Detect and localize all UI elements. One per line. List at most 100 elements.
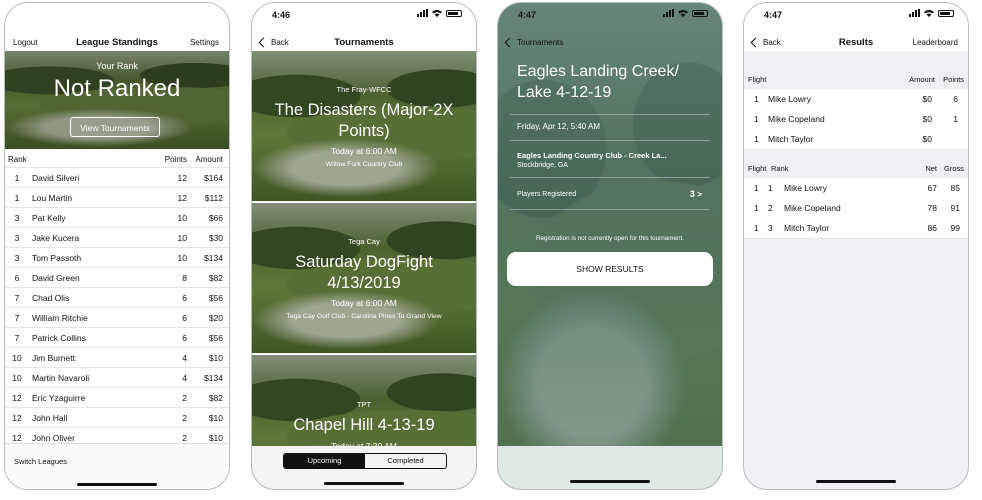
table-row[interactable]: 10 Jim Burnett 4 $10 [5,347,229,368]
row-amount: $82 [208,393,223,403]
rank-label: Your Rank [96,61,138,71]
table-row[interactable]: 10 Martin Navaroli 4 $134 [5,367,229,388]
tournament-card[interactable]: Tega Cay Saturday DogFight 4/13/2019 Tod… [252,203,476,353]
view-tournaments-button[interactable]: View Tournaments [70,117,160,137]
signal-icon [417,9,428,17]
tournaments-screen: 4:46 Back Tournaments The Fray-WFCC The … [251,2,477,490]
row-rank: 3 [14,253,20,263]
row-rank: 3 [14,233,20,243]
status-bar: 4:47 [744,3,968,27]
row-flight: 1 [754,94,759,104]
row-net: 67 [927,183,937,193]
back-button[interactable]: Tournaments [504,37,564,48]
row-name: Mike Copeland [784,203,841,213]
battery-icon [692,9,708,17]
players-registered-row[interactable]: 3 > [690,189,702,199]
back-button[interactable]: Back [750,37,781,48]
table-row[interactable]: 1 Mike Copeland $0 1 [744,109,968,130]
row-amount: $112 [204,193,223,203]
back-button[interactable]: Back [258,37,289,48]
table-row[interactable]: 1 Lou Martin 12 $112 [5,187,229,208]
row-rank: 12 [12,433,22,443]
row-name: Jake Kucera [32,233,80,243]
table-row[interactable]: 12 Eric Yzaguirre 2 $82 [5,387,229,408]
table-row[interactable]: 12 John Hall 2 $10 [5,407,229,428]
home-indicator [77,483,157,486]
row-rank: 1 [14,173,20,183]
row-name: William Ritchie [32,313,88,323]
segment-completed[interactable]: Completed [365,454,446,468]
row-amount: $30 [208,233,223,243]
chevron-left-icon [258,37,269,48]
segment-upcoming[interactable]: Upcoming [284,454,365,468]
table-row[interactable]: 1 Mike Lowry $0 6 [744,89,968,110]
bottom-bar [498,446,722,489]
table-row[interactable]: 3 Tom Passoth 10 $134 [5,247,229,268]
row-points: 1 [953,114,958,124]
row-rank: 6 [14,273,20,283]
row-name: Pat Kelly [32,213,66,223]
tournament-time: Today at 6:00 AM [331,298,397,308]
row-amount: $56 [208,333,223,343]
table-row[interactable]: 1 3 Mitch Taylor 86 99 [744,218,968,239]
row-name: Mike Lowry [784,183,827,193]
tournament-card[interactable]: The Fray-WFCC The Disasters (Major-2X Po… [252,51,476,201]
row-amount: $10 [208,433,223,443]
home-indicator [570,480,650,483]
signal-icon [663,9,674,17]
col-amount: Amount [195,155,223,164]
status-bar: 4:47 [498,3,722,27]
logout-button[interactable]: Logout [13,38,37,47]
row-name: David Green [32,273,80,283]
wifi-icon [924,9,934,17]
status-time: 4:47 [764,10,783,20]
row-name: Eric Yzaguirre [32,393,86,403]
show-results-button[interactable]: SHOW RESULTS [507,252,713,286]
switch-leagues-button[interactable]: Switch Leagues [14,457,67,466]
table-row[interactable]: 1 2 Mike Copeland 78 91 [744,198,968,219]
row-points: 8 [182,273,187,283]
row-net: 78 [927,203,937,213]
table-row[interactable]: 1 Mitch Taylor $0 [744,129,968,150]
registration-note: Registration is not currently open for t… [535,235,685,242]
row-amount: $10 [208,353,223,363]
col-rank: Rank [8,155,27,164]
tournament-name: The Disasters (Major-2X Points) [274,101,454,140]
footer-bar: Switch Leagues [5,443,229,489]
row-gross: 99 [950,223,960,233]
table-row[interactable]: 7 Chad Olis 6 $56 [5,287,229,308]
row-name: Lou Martin [32,193,73,203]
leaderboard-button[interactable]: Leaderboard [913,38,958,47]
row-name: Mitch Taylor [768,134,814,144]
status-time: 4:47 [518,10,537,20]
row-points: 10 [177,253,187,263]
row-amount: $134 [204,253,223,263]
row-flight: 1 [754,223,759,233]
back-label: Tournaments [517,38,564,47]
table-row[interactable]: 1 1 Mike Lowry 67 85 [744,178,968,199]
table-row[interactable]: 7 Patrick Collins 6 $56 [5,327,229,348]
settings-button[interactable]: Settings [190,38,219,47]
rank-value: Not Ranked [53,75,181,102]
col-points: Points [164,155,187,164]
table-row[interactable]: 7 William Ritchie 6 $20 [5,307,229,328]
table-row[interactable]: 3 Pat Kelly 10 $66 [5,207,229,228]
chevron-left-icon [504,37,515,48]
row-amount: $20 [208,313,223,323]
row-amount: $0 [922,94,932,104]
signal-icon [909,9,920,17]
row-amount: $56 [208,293,223,303]
nav-bar: Tournaments [498,30,722,54]
row-name: Patrick Collins [32,333,86,343]
col-amount: Amount [909,75,935,84]
table-row[interactable]: 1 David Silveri 12 $164 [5,167,229,188]
row-name: Jim Burnett [32,353,75,363]
row-rank: 7 [14,293,20,303]
table-row[interactable]: 3 Jake Kucera 10 $30 [5,227,229,248]
col-points: Points [943,75,964,84]
row-name: Mitch Taylor [784,223,830,233]
divider [510,114,710,115]
tournament-title: Eagles Landing Creek/ Lake 4-12-19 [517,63,679,101]
table-row[interactable]: 6 David Green 8 $82 [5,267,229,288]
wifi-icon [432,9,442,17]
